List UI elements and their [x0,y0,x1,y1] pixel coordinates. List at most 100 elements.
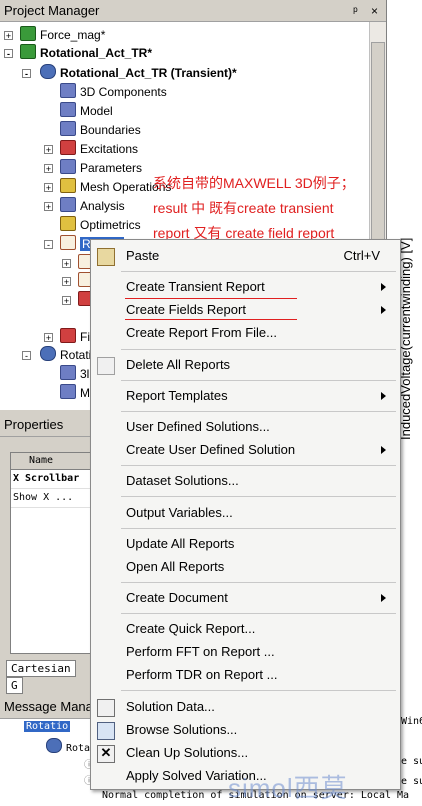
results-icon [60,235,76,250]
menu-separator [121,349,396,350]
analysis-icon [60,197,76,212]
menu-separator [121,582,396,583]
message-suffix: e su [401,776,422,787]
tree-item-force-mag[interactable]: + Force_mag* [4,26,105,44]
tree-item-boundaries[interactable]: Boundaries [60,121,141,139]
tab-general[interactable]: G [6,677,23,694]
tree-item-rotational-act-tr[interactable]: - Rotational_Act_TR* [4,44,152,62]
boundaries-icon [60,121,76,136]
paste-icon [97,248,115,266]
properties-grid: Name X Scrollbar Show X ... [10,452,92,654]
project-icon [20,44,36,59]
expand-icon[interactable]: + [62,296,71,306]
properties-panel: Properties Name X Scrollbar Show X ... C… [0,414,92,694]
menu-item-browse-solutions[interactable]: Browse Solutions... [91,719,400,741]
parameters-icon [60,159,76,174]
menu-item-create-transient-report[interactable]: Create Transient Report [91,276,400,298]
collapse-icon[interactable]: - [44,240,53,250]
menu-separator [121,271,396,272]
pin-icon[interactable]: ᵖ [353,4,358,18]
tree-item-optimetrics[interactable]: Optimetrics [60,216,141,234]
expand-icon[interactable]: + [62,277,71,287]
message-tree-subitem[interactable]: Rota [46,738,90,754]
components-icon [60,83,76,98]
tree-item-parameters[interactable]: + Parameters [44,159,142,177]
menu-item-report-templates[interactable]: Report Templates [91,385,400,407]
tree-item-3d-components-2[interactable]: 3l [60,365,89,383]
project-manager-titlebar: Project Manager ᵖ × [0,0,386,22]
expand-icon[interactable]: + [44,145,53,155]
model-icon [60,102,76,117]
properties-row[interactable]: Show X ... [11,489,91,508]
mesh-icon [60,178,76,193]
menu-item-create-user-defined-solution[interactable]: Create User Defined Solution [91,439,400,461]
message-suffix: Win6 [401,716,422,727]
submenu-arrow-icon [381,306,386,314]
design-icon [46,738,62,753]
collapse-icon[interactable]: - [22,351,31,361]
tree-item-model[interactable]: Model [60,102,113,120]
menu-item-clean-up-solutions[interactable]: ✕ Clean Up Solutions... [91,742,400,764]
menu-separator [121,465,396,466]
tree-item-excitations[interactable]: + Excitations [44,140,138,158]
expand-icon[interactable]: + [44,333,53,343]
expand-icon[interactable]: + [62,259,71,269]
project-icon [20,26,36,41]
close-icon[interactable]: × [371,4,378,18]
menu-item-create-quick-report[interactable]: Create Quick Report... [91,618,400,640]
tree-item-model-2[interactable]: M [60,384,90,402]
properties-title: Properties [0,414,90,437]
submenu-arrow-icon [381,283,386,291]
menu-item-solution-data[interactable]: Solution Data... [91,696,400,718]
model-icon [60,384,76,399]
menu-separator [121,496,396,497]
menu-separator [121,411,396,412]
tree-item-field-overlays[interactable]: + Fi [44,328,90,346]
red-underline [125,319,297,320]
annotation-line-2: result 中 既有create transient [153,200,334,216]
tree-item-3d-components[interactable]: 3D Components [60,83,167,101]
context-menu: Paste Ctrl+V Create Transient Report Cre… [90,239,401,790]
menu-item-user-defined-solutions[interactable]: User Defined Solutions... [91,416,400,438]
submenu-arrow-icon [381,594,386,602]
menu-item-output-variables[interactable]: Output Variables... [91,502,400,524]
submenu-arrow-icon [381,446,386,454]
expand-icon[interactable]: + [4,31,13,41]
field-overlays-icon [60,328,76,343]
tab-cartesian[interactable]: Cartesian [6,660,76,677]
collapse-icon[interactable]: - [22,69,31,79]
watermark: simol西莫 [228,773,348,803]
expand-icon[interactable]: + [44,164,53,174]
collapse-icon[interactable]: - [4,49,13,59]
menu-item-paste[interactable]: Paste Ctrl+V [91,245,400,267]
tree-item-design-transient[interactable]: - Rotational_Act_TR (Transient)* [22,64,237,82]
menu-item-delete-all-reports[interactable]: Delete All Reports [91,354,400,376]
menu-item-dataset-solutions[interactable]: Dataset Solutions... [91,470,400,492]
clean-up-icon: ✕ [97,745,115,763]
tree-item-analysis[interactable]: + Analysis [44,197,125,215]
optimetrics-icon [60,216,76,231]
tree-item-design-2[interactable]: - Rotati [22,346,91,364]
menu-item-perform-tdr[interactable]: Perform TDR on Report ... [91,664,400,686]
message-suffix: e su [401,756,422,767]
menu-separator [121,528,396,529]
expand-icon[interactable]: + [44,183,53,193]
menu-separator [121,690,396,691]
menu-item-create-fields-report[interactable]: Create Fields Report [91,299,400,321]
menu-item-create-report-from-file[interactable]: Create Report From File... [91,322,400,344]
annotation-line-1: 系统自带的MAXWELL 3D例子； [153,175,355,191]
menu-separator [121,613,396,614]
menu-item-open-all-reports[interactable]: Open All Reports [91,556,400,578]
menu-item-perform-fft[interactable]: Perform FFT on Report ... [91,641,400,663]
components-icon [60,365,76,380]
message-tree-item[interactable]: Rotatio [24,721,71,732]
menu-separator [121,380,396,381]
delete-reports-icon [97,357,115,375]
menu-item-update-all-reports[interactable]: Update All Reports [91,533,400,555]
expand-icon[interactable]: + [44,202,53,212]
browse-icon [97,722,115,740]
menu-item-create-document[interactable]: Create Document [91,587,400,609]
properties-row[interactable]: X Scrollbar [11,470,91,489]
design-icon [40,64,56,79]
design-icon [40,346,56,361]
